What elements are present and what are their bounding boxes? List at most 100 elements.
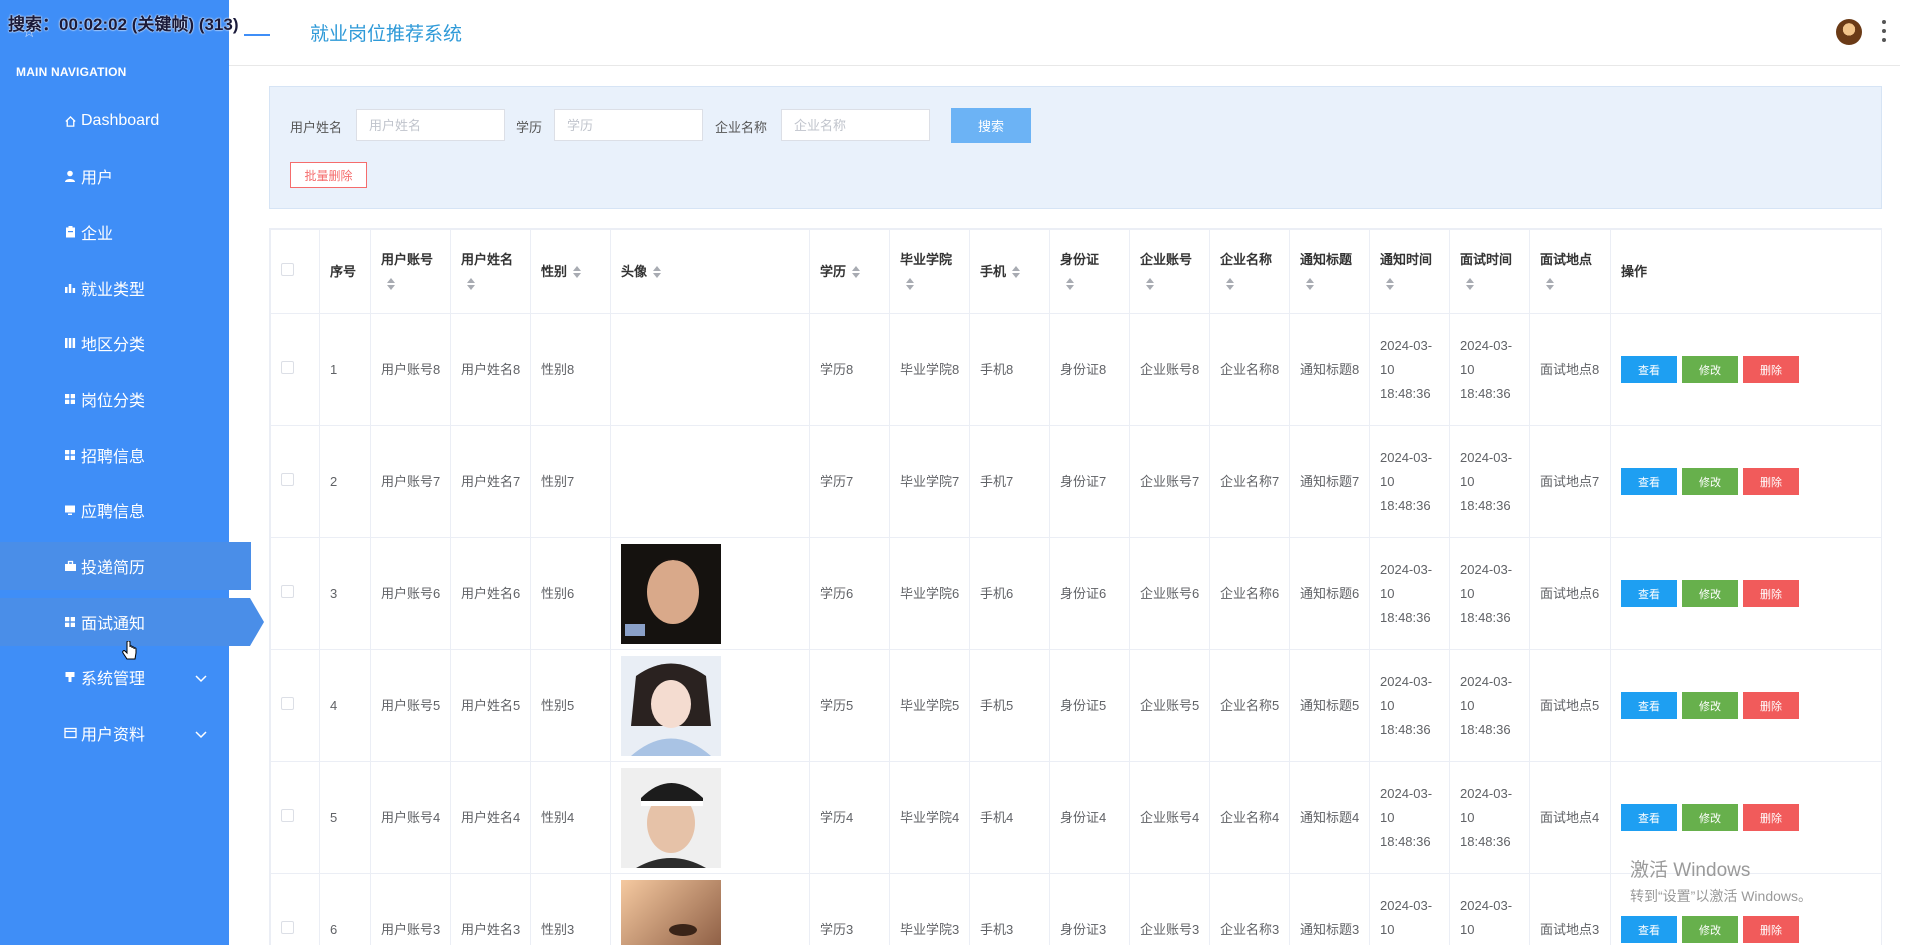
- cell-education: 学历3: [809, 873, 890, 945]
- col-phone[interactable]: 手机: [969, 229, 1050, 314]
- sidebar-item-application[interactable]: 应聘信息: [0, 486, 229, 534]
- sort-icon[interactable]: [387, 278, 395, 291]
- view-button[interactable]: 查看: [1621, 916, 1677, 943]
- row-checkbox[interactable]: [281, 472, 294, 486]
- row-select-cell[interactable]: [270, 313, 320, 426]
- col-company-name[interactable]: 企业名称: [1209, 229, 1290, 314]
- sidebar-item-user[interactable]: 用户: [0, 152, 229, 200]
- sort-icon[interactable]: [1386, 278, 1394, 291]
- cell-avatar: [610, 649, 810, 762]
- col-id-card[interactable]: 身份证: [1049, 229, 1130, 314]
- delete-button[interactable]: 删除: [1743, 692, 1799, 719]
- col-notice-title[interactable]: 通知标题: [1289, 229, 1370, 314]
- sort-icon[interactable]: [1306, 278, 1314, 291]
- sort-icon[interactable]: [1546, 278, 1554, 291]
- app-title: 就业岗位推荐系统: [310, 24, 463, 45]
- row-checkbox[interactable]: [281, 920, 294, 934]
- edit-button[interactable]: 修改: [1682, 356, 1738, 383]
- view-button[interactable]: 查看: [1621, 804, 1677, 831]
- row-select-cell[interactable]: [270, 649, 320, 762]
- sort-icon[interactable]: [1146, 278, 1154, 291]
- select-all-cell[interactable]: [270, 229, 320, 314]
- sort-icon[interactable]: [1466, 278, 1474, 291]
- batch-delete-button[interactable]: 批量删除: [290, 162, 367, 188]
- interview-table: 序号 用户账号 用户姓名 性别 头像 学历 毕业学院 手机 身份证 企业账号 企…: [269, 228, 1882, 945]
- cell-company-account: 企业账号8: [1129, 313, 1210, 426]
- sidebar-item-company[interactable]: 企业: [0, 208, 229, 256]
- col-gender[interactable]: 性别: [530, 229, 611, 314]
- avatar-image[interactable]: [621, 767, 801, 868]
- view-button[interactable]: 查看: [1621, 356, 1677, 383]
- avatar-image[interactable]: [621, 655, 801, 756]
- row-select-cell[interactable]: [270, 761, 320, 874]
- avatar-image[interactable]: [621, 543, 801, 644]
- sort-icon[interactable]: [1226, 278, 1234, 291]
- delete-button[interactable]: 删除: [1743, 580, 1799, 607]
- sort-icon[interactable]: [467, 278, 475, 291]
- col-school[interactable]: 毕业学院: [889, 229, 970, 314]
- sidebar-item-dashboard[interactable]: Dashboard: [0, 97, 229, 145]
- cell-education: 学历6: [809, 537, 890, 650]
- search-button[interactable]: 搜索: [951, 108, 1031, 143]
- delete-button[interactable]: 删除: [1743, 356, 1799, 383]
- col-avatar[interactable]: 头像: [610, 229, 810, 314]
- cell-name: 用户姓名3: [450, 873, 531, 945]
- col-company-account[interactable]: 企业账号: [1129, 229, 1210, 314]
- cell-id-card: 身份证7: [1049, 425, 1130, 538]
- edit-button[interactable]: 修改: [1682, 916, 1738, 943]
- row-select-cell[interactable]: [270, 873, 320, 945]
- select-all-checkbox[interactable]: [281, 262, 294, 276]
- sidebar-item-profile[interactable]: 用户资料: [0, 709, 229, 757]
- sidebar-item-label: 应聘信息: [81, 504, 146, 521]
- delete-button[interactable]: 删除: [1743, 916, 1799, 943]
- edit-button[interactable]: 修改: [1682, 804, 1738, 831]
- sort-icon[interactable]: [653, 266, 662, 279]
- sidebar-item-recruitment[interactable]: 招聘信息: [0, 431, 229, 479]
- col-education[interactable]: 学历: [809, 229, 890, 314]
- sort-icon[interactable]: [906, 278, 914, 291]
- name-search-input[interactable]: [356, 109, 505, 141]
- cell-name: 用户姓名8: [450, 313, 531, 426]
- company-search-input[interactable]: [781, 109, 930, 141]
- sort-icon[interactable]: [1066, 278, 1074, 291]
- row-checkbox[interactable]: [281, 696, 294, 710]
- cell-gender: 性别3: [530, 873, 611, 945]
- menu-toggle-icon[interactable]: [244, 34, 270, 36]
- delete-button[interactable]: 删除: [1743, 468, 1799, 495]
- edit-button[interactable]: 修改: [1682, 580, 1738, 607]
- sidebar-item-interview-notice[interactable]: 面试通知: [0, 598, 264, 646]
- sidebar-item-system[interactable]: 系统管理: [0, 653, 229, 701]
- cell-name: 用户姓名4: [450, 761, 531, 874]
- row-checkbox[interactable]: [281, 808, 294, 822]
- sort-icon[interactable]: [1012, 266, 1021, 279]
- row-checkbox[interactable]: [281, 584, 294, 598]
- col-label: 手机: [980, 263, 1007, 279]
- avatar-image[interactable]: [621, 879, 801, 945]
- row-select-cell[interactable]: [270, 537, 320, 650]
- col-name[interactable]: 用户姓名: [450, 229, 531, 314]
- col-account[interactable]: 用户账号: [370, 229, 451, 314]
- col-notice-time[interactable]: 通知时间: [1369, 229, 1450, 314]
- sidebar-item-region[interactable]: 地区分类: [0, 319, 229, 367]
- avatar[interactable]: [1836, 19, 1862, 45]
- delete-button[interactable]: 删除: [1743, 804, 1799, 831]
- col-interview-time[interactable]: 面试时间: [1449, 229, 1530, 314]
- sidebar-item-resume[interactable]: 投递简历: [0, 542, 251, 590]
- sidebar-item-position[interactable]: 岗位分类: [0, 375, 229, 423]
- education-search-input[interactable]: [554, 109, 703, 141]
- edit-button[interactable]: 修改: [1682, 468, 1738, 495]
- row-checkbox[interactable]: [281, 360, 294, 374]
- view-button[interactable]: 查看: [1621, 692, 1677, 719]
- more-vertical-icon[interactable]: [1881, 18, 1887, 44]
- edit-button[interactable]: 修改: [1682, 692, 1738, 719]
- chevron-down-icon[interactable]: [195, 670, 207, 688]
- view-button[interactable]: 查看: [1621, 468, 1677, 495]
- chevron-down-icon[interactable]: [195, 726, 207, 744]
- col-interview-place[interactable]: 面试地点: [1529, 229, 1611, 314]
- view-button[interactable]: 查看: [1621, 580, 1677, 607]
- sort-icon[interactable]: [573, 266, 582, 279]
- sidebar-item-employment-type[interactable]: 就业类型: [0, 264, 229, 312]
- row-select-cell[interactable]: [270, 425, 320, 538]
- sort-icon[interactable]: [852, 266, 861, 279]
- col-label: 面试地点: [1540, 251, 1593, 267]
